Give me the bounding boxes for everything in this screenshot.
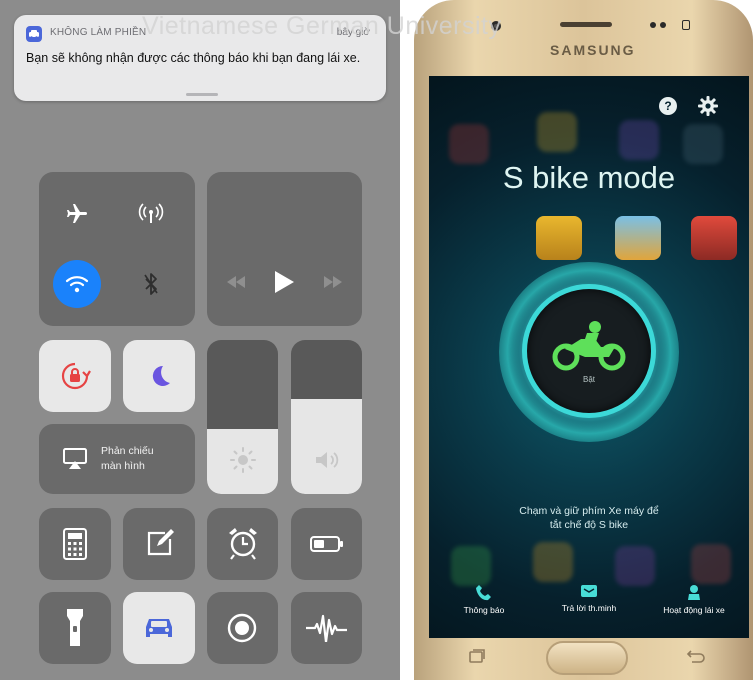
calculator-icon [63, 528, 87, 560]
record-icon [227, 613, 257, 643]
background-app-icon [691, 544, 731, 584]
game-app-icon [536, 216, 582, 260]
instruction-line1: Chạm và giữ phím Xe máy để [519, 505, 659, 517]
dock-item-smart-reply[interactable]: Trả lời th.minh [536, 584, 642, 613]
do-not-disturb-button[interactable] [123, 340, 195, 412]
screen-mirroring-label: Phản chiếu màn hình [101, 444, 154, 474]
play-icon [275, 271, 294, 293]
page-title: S bike mode [502, 160, 676, 195]
cellular-data-icon [138, 203, 164, 223]
dock-item-notifications[interactable]: Thông báo [431, 584, 537, 615]
smart-reply-icon [581, 585, 597, 597]
screen-mirroring-label-line1: Phản chiếu [101, 445, 154, 457]
car-icon [146, 619, 172, 637]
dock-item-label: Trả lời th.minh [561, 603, 617, 613]
rotation-lock-icon [61, 362, 91, 390]
back-key-icon[interactable] [686, 650, 706, 664]
background-app-icon [449, 124, 489, 164]
cellular-data-button[interactable] [129, 192, 173, 236]
car-icon [26, 26, 42, 42]
screen-record-button[interactable] [207, 592, 278, 664]
dock-item-label: Thông báo [463, 605, 505, 615]
voice-memos-button[interactable] [291, 592, 362, 664]
do-not-disturb-while-driving-button[interactable] [123, 592, 195, 664]
background-app-icon [615, 546, 655, 586]
wifi-button[interactable] [53, 260, 101, 308]
flashlight-icon [67, 609, 83, 646]
driving-activity-icon [688, 585, 700, 600]
screen-mirroring-label-line2: màn hình [101, 460, 145, 472]
volume-slider[interactable] [291, 340, 362, 494]
gear-icon[interactable] [697, 95, 719, 117]
brand-logo: SAMSUNG [550, 42, 636, 58]
rewind-icon [227, 276, 245, 288]
light-sensor-dot [660, 22, 666, 28]
brightness-slider[interactable] [207, 340, 278, 494]
watermark-text: Vietnamese German University [142, 12, 502, 40]
game-app-icon [691, 216, 737, 260]
s-bike-toggle-button[interactable]: Bật [522, 284, 656, 418]
help-button[interactable]: ? [659, 97, 677, 115]
airplay-icon [63, 448, 87, 469]
low-power-mode-button[interactable] [291, 508, 362, 580]
notification-app-name: KHÔNG LÀM PHIỀN [50, 27, 147, 38]
alarm-clock-button[interactable] [207, 508, 278, 580]
home-button[interactable] [546, 641, 628, 675]
rewind-button[interactable] [225, 275, 247, 294]
fast-forward-icon [324, 276, 342, 288]
alarm-clock-icon [229, 528, 257, 560]
instruction-line2: tắt chế độ S bike [549, 519, 629, 531]
earpiece-speaker [560, 22, 612, 27]
notification-message: Bạn sẽ không nhận được các thông báo khi… [26, 51, 361, 65]
volume-level-fill [291, 398, 362, 494]
media-playback-tile [207, 172, 362, 326]
background-app-icon [451, 546, 491, 586]
bluetooth-icon [144, 273, 158, 295]
flash-indicator [682, 20, 690, 30]
airplane-mode-button[interactable] [55, 192, 99, 236]
flashlight-button[interactable] [39, 592, 111, 664]
wifi-icon [65, 276, 89, 293]
airplane-icon [67, 204, 87, 223]
instruction-text: Chạm và giữ phím Xe máy để tắt chế độ S … [469, 504, 709, 532]
bike-button-label: Bật [582, 375, 595, 384]
background-app-icon [683, 124, 723, 164]
calculator-button[interactable] [39, 508, 111, 580]
rotation-lock-button[interactable] [39, 340, 111, 412]
phone-notify-icon [476, 585, 491, 601]
battery-icon [310, 536, 343, 552]
background-app-icon [533, 542, 573, 582]
waveform-icon [306, 614, 347, 642]
dock-item-driving-activity[interactable]: Hoạt động lái xe [641, 584, 747, 615]
connectivity-tile [39, 172, 195, 326]
question-mark-icon: ? [664, 99, 672, 113]
dock-item-label: Hoạt động lái xe [663, 605, 725, 615]
samsung-phone-panel: SAMSUNG ? S bike mode Bật Chạm và giữ ph… [410, 0, 753, 680]
notification-drag-handle[interactable] [186, 93, 218, 96]
phone-screen: ? S bike mode Bật Chạm và giữ phím Xe má… [429, 76, 749, 638]
background-app-icon [619, 120, 659, 160]
motorcycle-rider-icon [552, 321, 626, 371]
notes-button[interactable] [123, 508, 195, 580]
moon-icon [152, 365, 170, 386]
game-app-icon [615, 216, 661, 260]
proximity-sensor-dot [650, 22, 656, 28]
ios-control-center: KHÔNG LÀM PHIỀN bây giờ Bạn sẽ không nhậ… [0, 0, 400, 680]
speaker-icon [316, 452, 339, 468]
screen-mirroring-button[interactable]: Phản chiếu màn hình [39, 424, 195, 494]
bluetooth-button[interactable] [129, 262, 173, 306]
background-app-icon [537, 112, 577, 152]
fast-forward-button[interactable] [322, 275, 344, 294]
sun-icon [230, 447, 256, 473]
note-edit-icon [147, 529, 174, 556]
play-button[interactable] [273, 270, 295, 299]
recent-apps-key-icon[interactable] [468, 649, 486, 665]
